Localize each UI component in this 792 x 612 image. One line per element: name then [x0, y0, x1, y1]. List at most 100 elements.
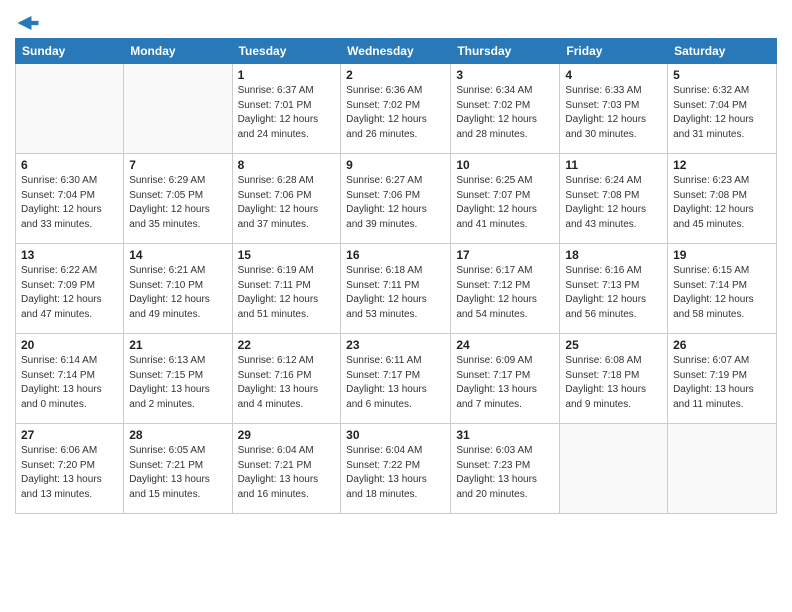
day-info: Sunrise: 6:28 AMSunset: 7:06 PMDaylight:… [238, 174, 336, 232]
calendar-day-cell: 7 Sunrise: 6:29 AMSunset: 7:05 PMDaylight… [124, 154, 232, 244]
day-info: Sunrise: 6:08 AMSunset: 7:18 PMDaylight:… [565, 354, 662, 412]
weekday-header: Monday [124, 39, 232, 64]
calendar-day-cell: 15Sunrise: 6:19 AMSunset: 7:11 PMDayligh… [232, 244, 341, 334]
weekday-header: Tuesday [232, 39, 341, 64]
day-number: 22 [238, 338, 336, 352]
weekday-header: Sunday [16, 39, 124, 64]
day-info: Sunrise: 6:18 AMSunset: 7:11 PMDaylight:… [346, 264, 445, 322]
day-info: Sunrise: 6:13 AMSunset: 7:15 PMDaylight:… [129, 354, 226, 412]
day-info: Sunrise: 6:23 AMSunset: 7:08 PMDaylight:… [673, 174, 771, 232]
day-number: 14 [129, 248, 226, 262]
day-number: 9 [346, 158, 445, 172]
day-info: Sunrise: 6:09 AMSunset: 7:17 PMDaylight:… [456, 354, 554, 412]
day-number: 7 [129, 158, 226, 172]
calendar-day-cell: 28 Sunrise: 6:05 AMSunset: 7:21 PMDayligh… [124, 424, 232, 514]
day-number: 31 [456, 428, 554, 442]
calendar-day-cell: 4 Sunrise: 6:33 AMSunset: 7:03 PMDaylight… [560, 64, 668, 154]
day-number: 5 [673, 68, 771, 82]
calendar-day-cell: 9 Sunrise: 6:27 AMSunset: 7:06 PMDaylight… [341, 154, 451, 244]
day-number: 1 [238, 68, 336, 82]
page-header [15, 10, 777, 30]
day-info: Sunrise: 6:04 AMSunset: 7:22 PMDaylight:… [346, 444, 445, 502]
day-info: Sunrise: 6:17 AMSunset: 7:12 PMDaylight:… [456, 264, 554, 322]
day-number: 16 [346, 248, 445, 262]
day-number: 3 [456, 68, 554, 82]
calendar-day-cell: 30 Sunrise: 6:04 AMSunset: 7:22 PMDayligh… [341, 424, 451, 514]
weekday-header: Wednesday [341, 39, 451, 64]
day-info: Sunrise: 6:37 AMSunset: 7:01 PMDaylight:… [238, 84, 336, 142]
day-info: Sunrise: 6:22 AMSunset: 7:09 PMDaylight:… [21, 264, 118, 322]
day-number: 13 [21, 248, 118, 262]
day-info: Sunrise: 6:27 AMSunset: 7:06 PMDaylight:… [346, 174, 445, 232]
calendar-table: SundayMondayTuesdayWednesdayThursdayFrid… [15, 38, 777, 514]
day-info: Sunrise: 6:04 AMSunset: 7:21 PMDaylight:… [238, 444, 336, 502]
day-info: Sunrise: 6:34 AMSunset: 7:02 PMDaylight:… [456, 84, 554, 142]
page-container: SundayMondayTuesdayWednesdayThursdayFrid… [0, 0, 792, 524]
day-number: 15 [238, 248, 336, 262]
calendar-day-cell: 19 Sunrise: 6:15 AMSunset: 7:14 PMDayligh… [668, 244, 777, 334]
day-number: 23 [346, 338, 445, 352]
day-number: 6 [21, 158, 118, 172]
day-number: 10 [456, 158, 554, 172]
calendar-day-cell: 31 Sunrise: 6:03 AMSunset: 7:23 PMDayligh… [451, 424, 560, 514]
day-number: 8 [238, 158, 336, 172]
calendar-day-cell: 21 Sunrise: 6:13 AMSunset: 7:15 PMDayligh… [124, 334, 232, 424]
calendar-day-cell: 26Sunrise: 6:07 AMSunset: 7:19 PMDayligh… [668, 334, 777, 424]
calendar-day-cell: 20Sunrise: 6:14 AMSunset: 7:14 PMDayligh… [16, 334, 124, 424]
logo [15, 10, 39, 30]
calendar-day-cell: 10Sunrise: 6:25 AMSunset: 7:07 PMDayligh… [451, 154, 560, 244]
day-info: Sunrise: 6:33 AMSunset: 7:03 PMDaylight:… [565, 84, 662, 142]
calendar-day-cell [124, 64, 232, 154]
calendar-week-row: 6Sunrise: 6:30 AMSunset: 7:04 PMDaylight… [16, 154, 777, 244]
day-number: 29 [238, 428, 336, 442]
calendar-day-cell: 1 Sunrise: 6:37 AMSunset: 7:01 PMDaylight… [232, 64, 341, 154]
calendar-day-cell: 17Sunrise: 6:17 AMSunset: 7:12 PMDayligh… [451, 244, 560, 334]
day-number: 21 [129, 338, 226, 352]
calendar-day-cell [668, 424, 777, 514]
calendar-day-cell: 24 Sunrise: 6:09 AMSunset: 7:17 PMDayligh… [451, 334, 560, 424]
day-number: 12 [673, 158, 771, 172]
day-number: 11 [565, 158, 662, 172]
weekday-header: Friday [560, 39, 668, 64]
calendar-day-cell: 18Sunrise: 6:16 AMSunset: 7:13 PMDayligh… [560, 244, 668, 334]
day-info: Sunrise: 6:15 AMSunset: 7:14 PMDaylight:… [673, 264, 771, 322]
calendar-week-row: 27 Sunrise: 6:06 AMSunset: 7:20 PMDayligh… [16, 424, 777, 514]
calendar-day-cell: 29 Sunrise: 6:04 AMSunset: 7:21 PMDayligh… [232, 424, 341, 514]
day-number: 30 [346, 428, 445, 442]
calendar-day-cell: 11 Sunrise: 6:24 AMSunset: 7:08 PMDayligh… [560, 154, 668, 244]
day-info: Sunrise: 6:05 AMSunset: 7:21 PMDaylight:… [129, 444, 226, 502]
day-number: 4 [565, 68, 662, 82]
calendar-day-cell: 25 Sunrise: 6:08 AMSunset: 7:18 PMDayligh… [560, 334, 668, 424]
day-info: Sunrise: 6:12 AMSunset: 7:16 PMDaylight:… [238, 354, 336, 412]
day-info: Sunrise: 6:11 AMSunset: 7:17 PMDaylight:… [346, 354, 445, 412]
calendar-header-row: SundayMondayTuesdayWednesdayThursdayFrid… [16, 39, 777, 64]
calendar-day-cell: 23 Sunrise: 6:11 AMSunset: 7:17 PMDayligh… [341, 334, 451, 424]
day-info: Sunrise: 6:29 AMSunset: 7:05 PMDaylight:… [129, 174, 226, 232]
day-info: Sunrise: 6:24 AMSunset: 7:08 PMDaylight:… [565, 174, 662, 232]
calendar-day-cell: 13 Sunrise: 6:22 AMSunset: 7:09 PMDayligh… [16, 244, 124, 334]
calendar-day-cell: 2Sunrise: 6:36 AMSunset: 7:02 PMDaylight… [341, 64, 451, 154]
day-number: 20 [21, 338, 118, 352]
day-number: 27 [21, 428, 118, 442]
calendar-day-cell [560, 424, 668, 514]
calendar-week-row: 13 Sunrise: 6:22 AMSunset: 7:09 PMDayligh… [16, 244, 777, 334]
day-number: 19 [673, 248, 771, 262]
calendar-week-row: 20Sunrise: 6:14 AMSunset: 7:14 PMDayligh… [16, 334, 777, 424]
day-number: 28 [129, 428, 226, 442]
day-info: Sunrise: 6:06 AMSunset: 7:20 PMDaylight:… [21, 444, 118, 502]
day-info: Sunrise: 6:36 AMSunset: 7:02 PMDaylight:… [346, 84, 445, 142]
day-number: 25 [565, 338, 662, 352]
day-info: Sunrise: 6:16 AMSunset: 7:13 PMDaylight:… [565, 264, 662, 322]
weekday-header: Thursday [451, 39, 560, 64]
day-info: Sunrise: 6:32 AMSunset: 7:04 PMDaylight:… [673, 84, 771, 142]
weekday-header: Saturday [668, 39, 777, 64]
day-info: Sunrise: 6:03 AMSunset: 7:23 PMDaylight:… [456, 444, 554, 502]
calendar-day-cell: 5 Sunrise: 6:32 AMSunset: 7:04 PMDaylight… [668, 64, 777, 154]
calendar-week-row: 1 Sunrise: 6:37 AMSunset: 7:01 PMDaylight… [16, 64, 777, 154]
calendar-day-cell: 6Sunrise: 6:30 AMSunset: 7:04 PMDaylight… [16, 154, 124, 244]
calendar-day-cell [16, 64, 124, 154]
calendar-day-cell: 16 Sunrise: 6:18 AMSunset: 7:11 PMDayligh… [341, 244, 451, 334]
day-info: Sunrise: 6:07 AMSunset: 7:19 PMDaylight:… [673, 354, 771, 412]
calendar-day-cell: 22 Sunrise: 6:12 AMSunset: 7:16 PMDayligh… [232, 334, 341, 424]
day-number: 24 [456, 338, 554, 352]
